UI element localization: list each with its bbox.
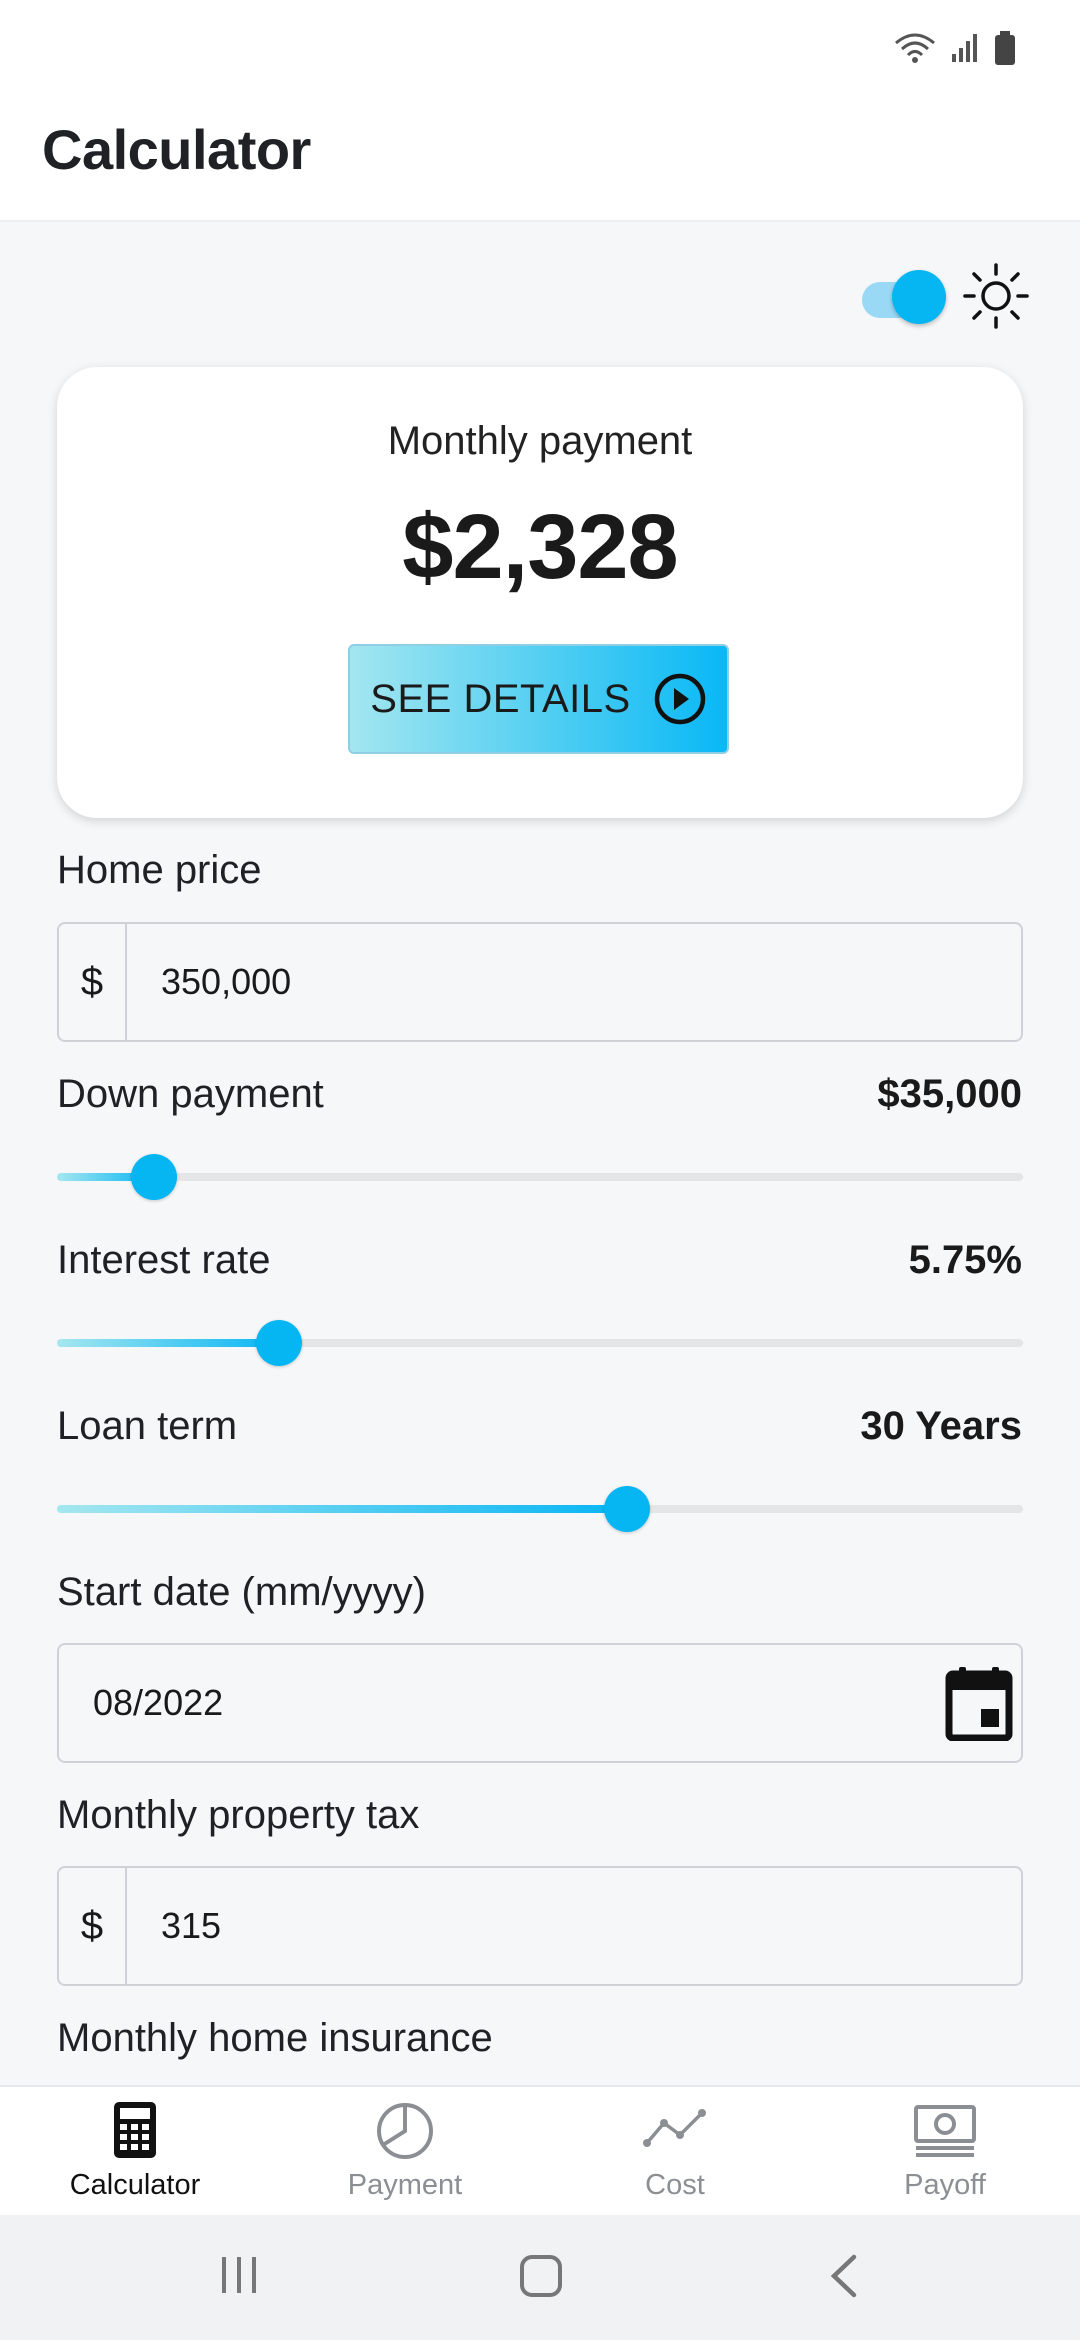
- down-payment-value: $35,000: [877, 1072, 1022, 1116]
- down-payment-label: Down payment: [57, 1072, 324, 1116]
- slider-thumb[interactable]: [603, 1486, 650, 1532]
- currency-prefix: $: [59, 1868, 127, 1984]
- see-details-button[interactable]: SEE DETAILS: [348, 644, 729, 754]
- loan-term-label: Loan term: [57, 1404, 238, 1448]
- nav-item-cost[interactable]: Cost: [540, 2087, 810, 2215]
- nav-label: Calculator: [69, 2169, 201, 2201]
- start-date-input[interactable]: 08/2022: [57, 1643, 1023, 1763]
- nav-item-payoff[interactable]: Payoff: [810, 2087, 1080, 2215]
- interest-rate-label: Interest rate: [57, 1238, 271, 1282]
- toggle-thumb: [892, 270, 946, 324]
- interest-rate-value: 5.75%: [908, 1238, 1022, 1282]
- currency-prefix: $: [59, 924, 127, 1040]
- battery-icon: [995, 30, 1015, 65]
- payment-summary-card: Monthly payment $2,328 SEE DETAILS: [57, 367, 1023, 818]
- wifi-icon: [895, 33, 935, 63]
- slider-track: [57, 1173, 1023, 1181]
- signal-icon: [952, 33, 977, 62]
- slider-thumb[interactable]: [256, 1320, 303, 1366]
- slider-fill: [57, 1339, 280, 1347]
- start-date-value: 08/2022: [93, 1682, 224, 1723]
- theme-toggle[interactable]: [862, 268, 946, 324]
- home-price-input[interactable]: $ 350,000: [57, 922, 1023, 1042]
- nav-item-payment[interactable]: Payment: [270, 2087, 540, 2215]
- slider-thumb[interactable]: [130, 1154, 177, 1200]
- app-bar: Calculator: [0, 95, 1080, 222]
- status-bar: [0, 0, 1080, 95]
- home-price-label: Home price: [57, 848, 262, 892]
- interest-rate-slider[interactable]: [57, 1320, 1023, 1366]
- pie-chart-icon: [377, 2103, 433, 2159]
- property-tax-label: Monthly property tax: [57, 1793, 420, 1837]
- line-chart-icon: [643, 2109, 706, 2147]
- system-navigation-bar: [0, 2215, 1080, 2340]
- monthly-payment-label: Monthly payment: [387, 419, 693, 463]
- loan-term-slider[interactable]: [57, 1486, 1023, 1532]
- home-icon[interactable]: [518, 2253, 564, 2299]
- money-icon: [914, 2105, 976, 2157]
- property-tax-input[interactable]: $ 315: [57, 1866, 1023, 1986]
- page-title: Calculator: [42, 118, 311, 181]
- see-details-label: SEE DETAILS: [370, 676, 631, 721]
- nav-label: Cost: [645, 2169, 705, 2201]
- recent-apps-icon[interactable]: [218, 2253, 262, 2297]
- calculator-icon: [114, 2102, 156, 2158]
- sun-icon[interactable]: [962, 262, 1030, 330]
- nav-label: Payment: [347, 2169, 463, 2201]
- down-payment-slider[interactable]: [57, 1154, 1023, 1200]
- monthly-payment-amount: $2,328: [402, 496, 678, 598]
- loan-term-value: 30 Years: [860, 1404, 1022, 1448]
- home-insurance-label: Monthly home insurance: [57, 2016, 493, 2060]
- nav-item-calculator[interactable]: Calculator: [0, 2087, 270, 2215]
- back-icon[interactable]: [826, 2253, 862, 2299]
- home-price-value: 350,000: [161, 961, 292, 1002]
- play-circle-icon: [654, 673, 705, 725]
- slider-fill: [57, 1505, 627, 1513]
- start-date-label: Start date (mm/yyyy): [57, 1570, 426, 1614]
- nav-label: Payoff: [904, 2169, 986, 2201]
- calendar-icon[interactable]: [945, 1665, 1013, 1741]
- property-tax-value: 315: [161, 1905, 222, 1946]
- bottom-navigation: Calculator Payment Cost Payoff: [0, 2085, 1080, 2215]
